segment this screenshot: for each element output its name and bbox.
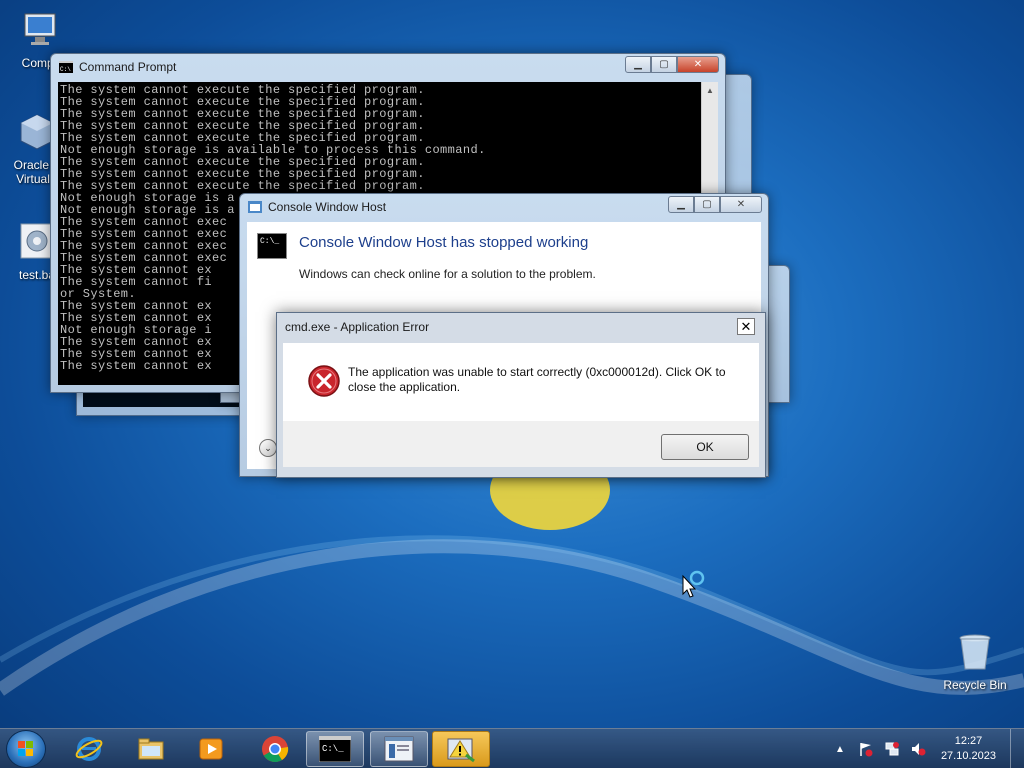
window-icon: [384, 736, 414, 762]
console-icon: C:\_: [257, 233, 287, 259]
show-hidden-icons-icon[interactable]: ▲: [835, 744, 845, 755]
taskbar-internet-explorer[interactable]: [60, 731, 118, 767]
clock-time: 12:27: [954, 735, 983, 747]
error-title-bar[interactable]: cmd.exe - Application Error: [277, 313, 765, 341]
command-prompt-icon: C:\: [59, 61, 73, 73]
taskbar-command-prompt[interactable]: C:\_: [306, 731, 364, 767]
file-explorer-icon: [138, 738, 164, 760]
media-player-icon: [199, 738, 223, 760]
svg-text:C:\_: C:\_: [322, 744, 344, 754]
windows-logo-icon: [18, 741, 33, 756]
ok-button[interactable]: OK: [661, 434, 749, 460]
close-button[interactable]: ✕: [720, 196, 762, 213]
taskbar-media-player[interactable]: [182, 731, 240, 767]
taskbar-window[interactable]: [370, 731, 428, 767]
network-icon[interactable]: [884, 741, 900, 757]
desktop-icon-recycle-bin[interactable]: Recycle Bin: [940, 632, 1010, 692]
minimize-button[interactable]: ▁: [625, 56, 651, 73]
window-title: Console Window Host: [268, 200, 387, 214]
dialog-heading: Console Window Host has stopped working: [299, 234, 589, 251]
chrome-icon: [262, 736, 289, 763]
warning-app-icon: [447, 738, 475, 763]
computer-icon: [24, 13, 56, 45]
maximize-button[interactable]: ▢: [694, 196, 720, 213]
taskbar-chrome[interactable]: [246, 731, 304, 767]
svg-text:C:\: C:\: [60, 66, 71, 73]
start-button[interactable]: [6, 730, 46, 768]
action-center-flag-icon[interactable]: [858, 741, 874, 757]
command-prompt-icon: C:\_: [319, 736, 351, 762]
error-message: The application was unable to start corr…: [348, 365, 726, 394]
volume-muted-icon[interactable]: [910, 741, 926, 757]
desktop-icon-label: Recycle Bin: [943, 678, 1007, 692]
window-title: Command Prompt: [79, 60, 177, 74]
error-icon: [308, 365, 340, 397]
internet-explorer-icon: [75, 737, 103, 761]
expand-details-icon[interactable]: ⌄: [259, 439, 277, 457]
taskbar: C:\_ ▲ 12:27 27.10.2023: [0, 728, 1024, 768]
clock[interactable]: 12:27 27.10.2023: [941, 734, 996, 764]
taskbar-file-explorer[interactable]: [122, 731, 180, 767]
error-title: cmd.exe - Application Error: [285, 320, 430, 334]
dialog-subtext: Windows can check online for a solution …: [299, 267, 596, 281]
console-icon-text: C:\_: [260, 237, 280, 246]
window-host-icon: [248, 201, 262, 213]
system-tray: ▲ 12:27 27.10.2023: [835, 729, 1024, 768]
cmd-title-bar[interactable]: C:\ Command Prompt: [51, 54, 725, 80]
maximize-button[interactable]: ▢: [651, 56, 677, 73]
taskbar-error-app[interactable]: [432, 731, 490, 767]
close-button[interactable]: ✕: [737, 318, 755, 335]
close-button[interactable]: ✕: [677, 56, 719, 73]
busy-cursor-icon: [682, 570, 705, 598]
scroll-up-icon[interactable]: ▲: [702, 82, 718, 99]
show-desktop-button[interactable]: [1010, 729, 1024, 768]
application-error-dialog[interactable]: cmd.exe - Application Error ✕ The applic…: [276, 312, 766, 478]
recycle-bin-icon: [959, 634, 991, 670]
minimize-button[interactable]: ▁: [668, 196, 694, 213]
clock-date: 27.10.2023: [940, 750, 996, 762]
